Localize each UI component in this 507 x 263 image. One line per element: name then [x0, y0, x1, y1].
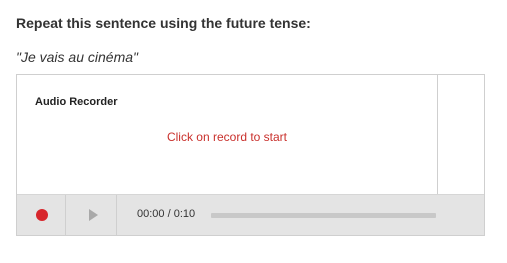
- progress-bar[interactable]: [211, 213, 436, 218]
- recorder-title: Audio Recorder: [35, 96, 118, 108]
- record-button[interactable]: [17, 195, 66, 235]
- audio-recorder: Audio Recorder Click on record to start …: [16, 74, 485, 236]
- recorder-status: Click on record to start: [166, 130, 288, 144]
- record-icon: [36, 209, 48, 221]
- time-display: 00:00 / 0:10: [137, 208, 196, 220]
- recorder-divider: [437, 75, 438, 195]
- prompt-sentence: "Je vais au cinéma": [16, 49, 138, 65]
- recorder-controls: 00:00 / 0:10: [17, 194, 484, 235]
- play-icon: [89, 209, 98, 221]
- question-heading: Repeat this sentence using the future te…: [16, 15, 311, 31]
- play-button[interactable]: [67, 195, 117, 235]
